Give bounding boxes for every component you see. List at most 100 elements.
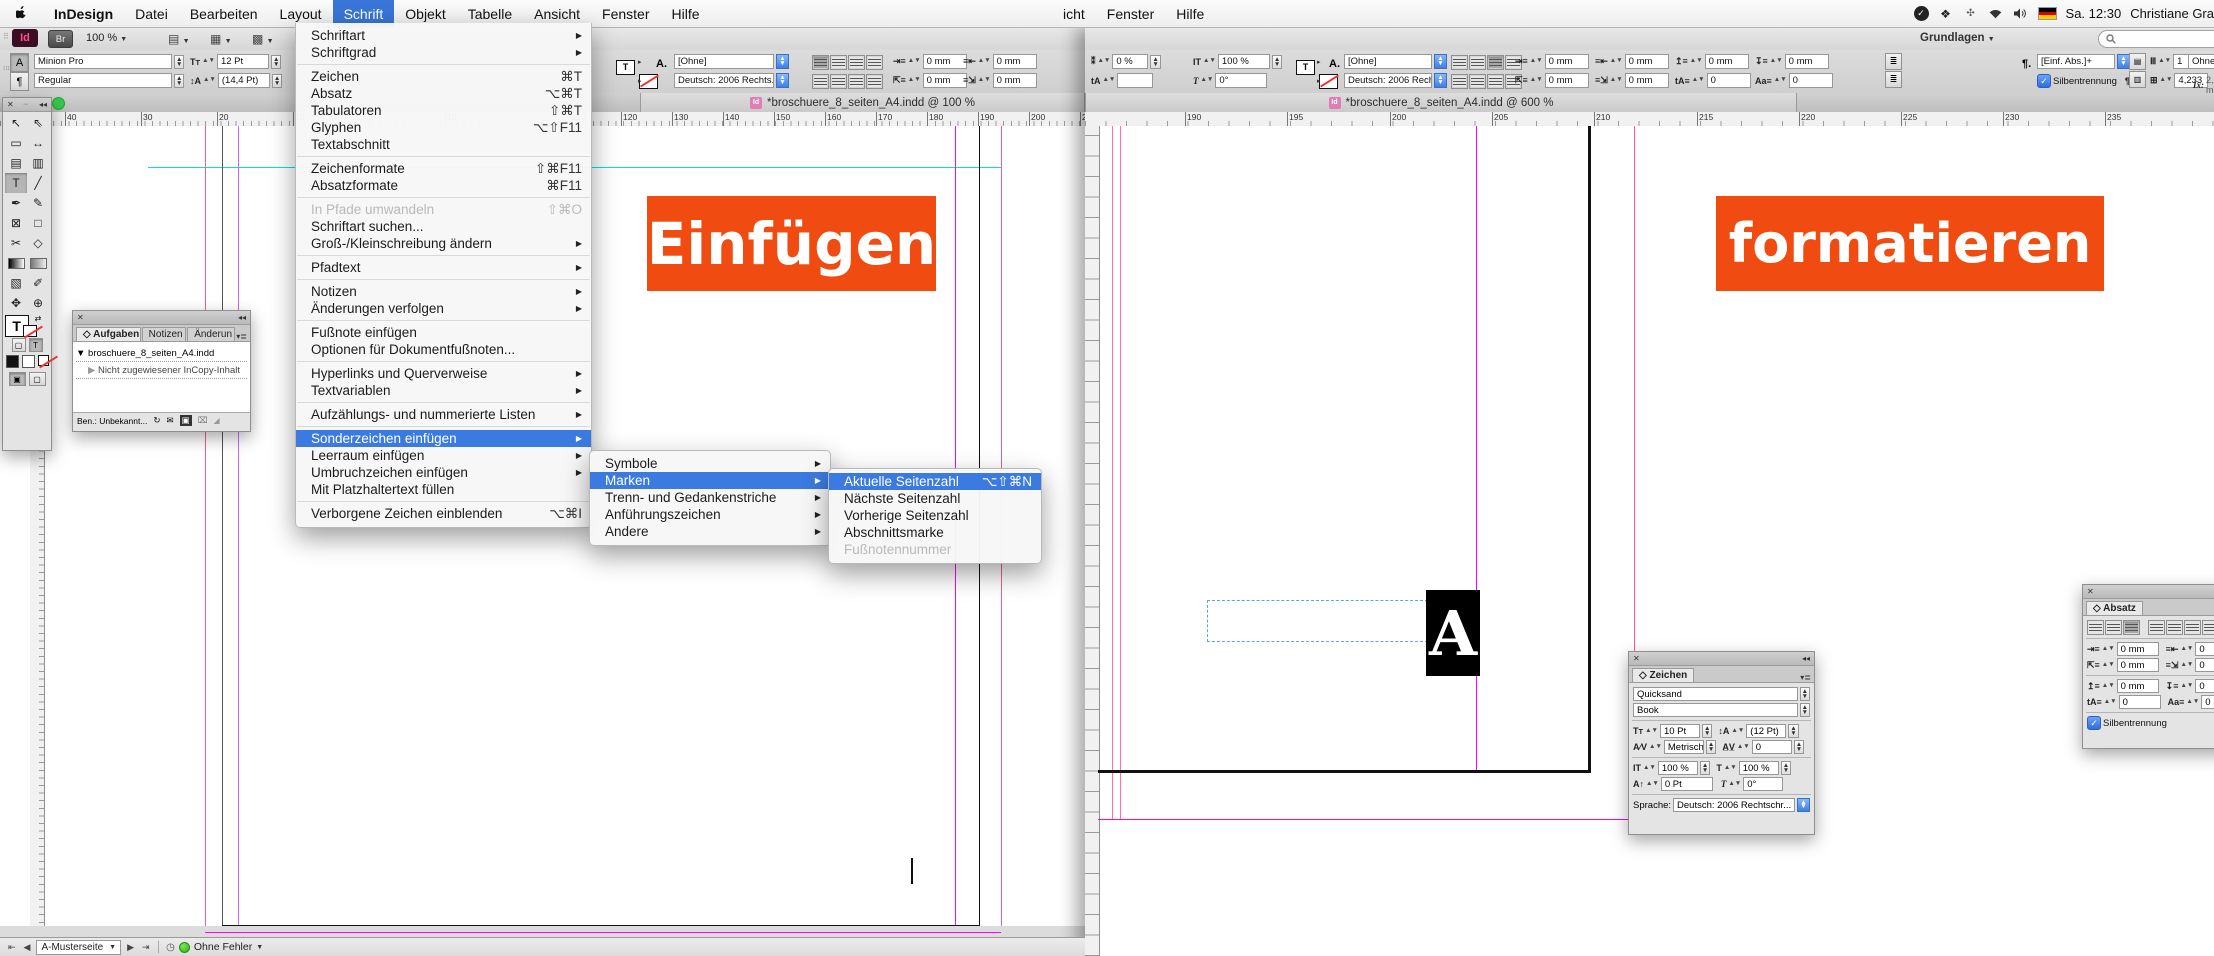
align-button[interactable] [1487,55,1504,70]
page-tool[interactable]: ▭ [5,133,27,153]
close-icon[interactable]: ✕ [1633,654,1640,663]
close-icon[interactable]: ✕ [2087,587,2094,596]
headline-frame[interactable]: Einfügen [647,196,936,291]
font-stepper[interactable]: ▲▼ [1800,687,1810,701]
font-size-field[interactable]: 12 Pt [217,54,269,69]
bleed-guide-bottom[interactable] [1098,819,1658,820]
collapse-icon[interactable]: ◂◂ [1802,654,1810,663]
first-line-indent-field[interactable]: 0 mm [1545,73,1589,88]
drop-cap-lines-field[interactable]: 0 [1707,73,1751,88]
align-button[interactable] [1469,55,1486,70]
align-button[interactable] [1469,74,1486,89]
horizontal-scale-field[interactable]: 100 % [1739,761,1779,775]
line-tool[interactable]: ╱ [27,173,49,193]
workspace-switcher[interactable]: Grundlagen ▼ [1920,32,1995,44]
text-fill-swatch[interactable]: T [1296,60,1315,75]
tab-absatz[interactable]: ◇ Absatz [2086,601,2143,615]
secondary-field[interactable] [1117,73,1153,88]
collapse-icon[interactable]: ◂◂ [238,313,246,322]
menu-item-textabschnitt[interactable]: Textabschnitt [296,136,591,153]
font-family-field[interactable]: Minion Pro [34,54,172,69]
font-style-field[interactable]: Regular [34,73,172,88]
menu-item-notizen[interactable]: Notizen▶ [296,283,591,300]
font-size-field[interactable]: 10 Pt [1660,724,1700,738]
menubar-item-fenster[interactable]: Fenster [591,0,660,27]
menubar-item-hilfe[interactable]: Hilfe [661,0,711,27]
numbered-list-button[interactable]: ≣ [1885,71,1902,88]
headline-frame[interactable]: formatieren [1716,196,2104,291]
menu-item-trenn-und-gedankenstriche[interactable]: Trenn- und Gedankenstriche▶ [590,489,830,506]
align-button[interactable] [848,55,865,70]
char-style-stepper[interactable]: ▲▼ [776,54,789,69]
menu-item-mit-platzhaltertext-füllen[interactable]: Mit Platzhaltertext füllen [296,481,591,498]
assignment-item-row[interactable]: ▶ Nicht zugewiesener InCopy-Inhalt [76,362,247,379]
menu-item-tabulatoren[interactable]: Tabulatoren⇧⌘T [296,102,591,119]
menu-item-andere[interactable]: Andere▶ [590,523,830,540]
font-family-field[interactable]: Quicksand [1633,687,1798,701]
content-placer-tool[interactable]: ▥ [27,153,49,173]
slug-guide[interactable] [1120,126,1121,819]
menu-item-abschnittsmarke[interactable]: Abschnittsmarke [829,524,1041,541]
align-button[interactable] [830,55,847,70]
zoom-level-dropdown[interactable]: 100 % ▼ [86,32,127,44]
vertical-ruler[interactable] [1085,126,1100,956]
note-tool[interactable]: ▧ [5,273,27,293]
drop-cap-chars-field[interactable]: 0 [2201,695,2214,709]
menu-item-verborgene-zeichen-einblenden[interactable]: Verborgene Zeichen einblenden⌥⌘I [296,505,591,522]
bridge-button[interactable]: Br [48,30,73,48]
menubar-item-icht[interactable]: icht [1052,0,1096,27]
align-button[interactable] [812,74,829,89]
previous-page-button[interactable]: ◀ [22,942,33,953]
space-before-field[interactable]: 0 mm [2117,679,2159,693]
wifi-icon[interactable] [1988,6,2004,22]
paragraph-formatting-button[interactable]: ¶ [10,72,29,91]
font-style-field[interactable]: Book [1633,703,1798,717]
vscale-stepper[interactable]: ▲▼ [1272,55,1282,69]
text-stroke-swatch[interactable] [639,74,658,89]
new-assignment-icon[interactable]: ▣ [180,415,192,426]
apply-gradient-button[interactable] [22,355,35,368]
menu-item-absatz[interactable]: Absatz⌥⌘T [296,85,591,102]
align-button[interactable] [1487,74,1504,89]
menu-item-änderungen-verfolgen[interactable]: Änderungen verfolgen▶ [296,300,591,317]
checkin-icon[interactable]: ✉ [167,415,174,426]
align-button[interactable] [812,55,829,70]
space-after-field[interactable]: 0 mm [1785,54,1829,69]
right-indent-field[interactable]: 0 [2195,642,2214,656]
menu-item-symbole[interactable]: Symbole▶ [590,455,830,472]
view-options-dropdown[interactable]: ▤ ▼ [168,32,190,46]
menu-item-groß-kleinschreibung-ändern[interactable]: Groß-/Kleinschreibung ändern▶ [296,235,591,252]
menu-item-fußnote-einfügen[interactable]: Fußnote einfügen [296,324,591,341]
last-line-indent-field[interactable]: 0 [2195,658,2214,672]
menubar-item-indesign[interactable]: InDesign [43,0,124,27]
drop-cap-lines-field[interactable]: 0 [2119,695,2161,709]
space-before-field[interactable]: 0 mm [1705,54,1749,69]
language-stepper[interactable]: ▲▼ [1797,798,1810,812]
language-dropdown[interactable]: Deutsch: 2006 Rechtschr... [1673,798,1795,812]
margin-guide-left[interactable] [238,126,239,932]
gradient-feather-tool[interactable] [27,253,49,273]
menu-item-hyperlinks-und-querverweise[interactable]: Hyperlinks und Querverweise▶ [296,365,591,382]
menu-item-optionen-für-dokumentfußnoten[interactable]: Optionen für Dokumentfußnoten... [296,341,591,358]
menu-item-schriftart-suchen[interactable]: Schriftart suchen... [296,218,591,235]
swap-fill-stroke-icon[interactable]: ⇄ [35,314,42,323]
vscale-stepper[interactable]: ▲▼ [1700,761,1710,775]
fill-flyout[interactable]: ▸ [1317,58,1321,66]
drop-cap-chars-field[interactable]: 0 [1789,73,1833,88]
hand-tool[interactable]: ✥ [5,293,27,313]
menubar-user[interactable]: Christiane Gra [2130,6,2214,21]
menu-item-pfadtext[interactable]: Pfadtext▶ [296,259,591,276]
char-style-stepper[interactable]: ▲▼ [1434,54,1447,69]
preflight-status-label[interactable]: Ohne Fehler [194,941,252,953]
align-button[interactable] [2202,620,2214,635]
eyedropper-tool[interactable]: ✐ [27,273,49,293]
volume-icon[interactable] [2013,6,2029,22]
skew-field[interactable]: 0° [1215,73,1267,88]
rectangle-tool[interactable]: □ [27,213,49,233]
hyphenation-checkbox[interactable]: ✓ [2037,74,2051,88]
resize-grip[interactable]: ◢ [214,416,221,425]
vertical-scale-field[interactable]: 100 % [1218,54,1270,69]
dropbox-icon[interactable]: ❖ [1938,6,1954,22]
kerning-field[interactable]: Metrisch [1664,740,1704,754]
security-status-icon[interactable]: ✓ [1914,6,1929,21]
